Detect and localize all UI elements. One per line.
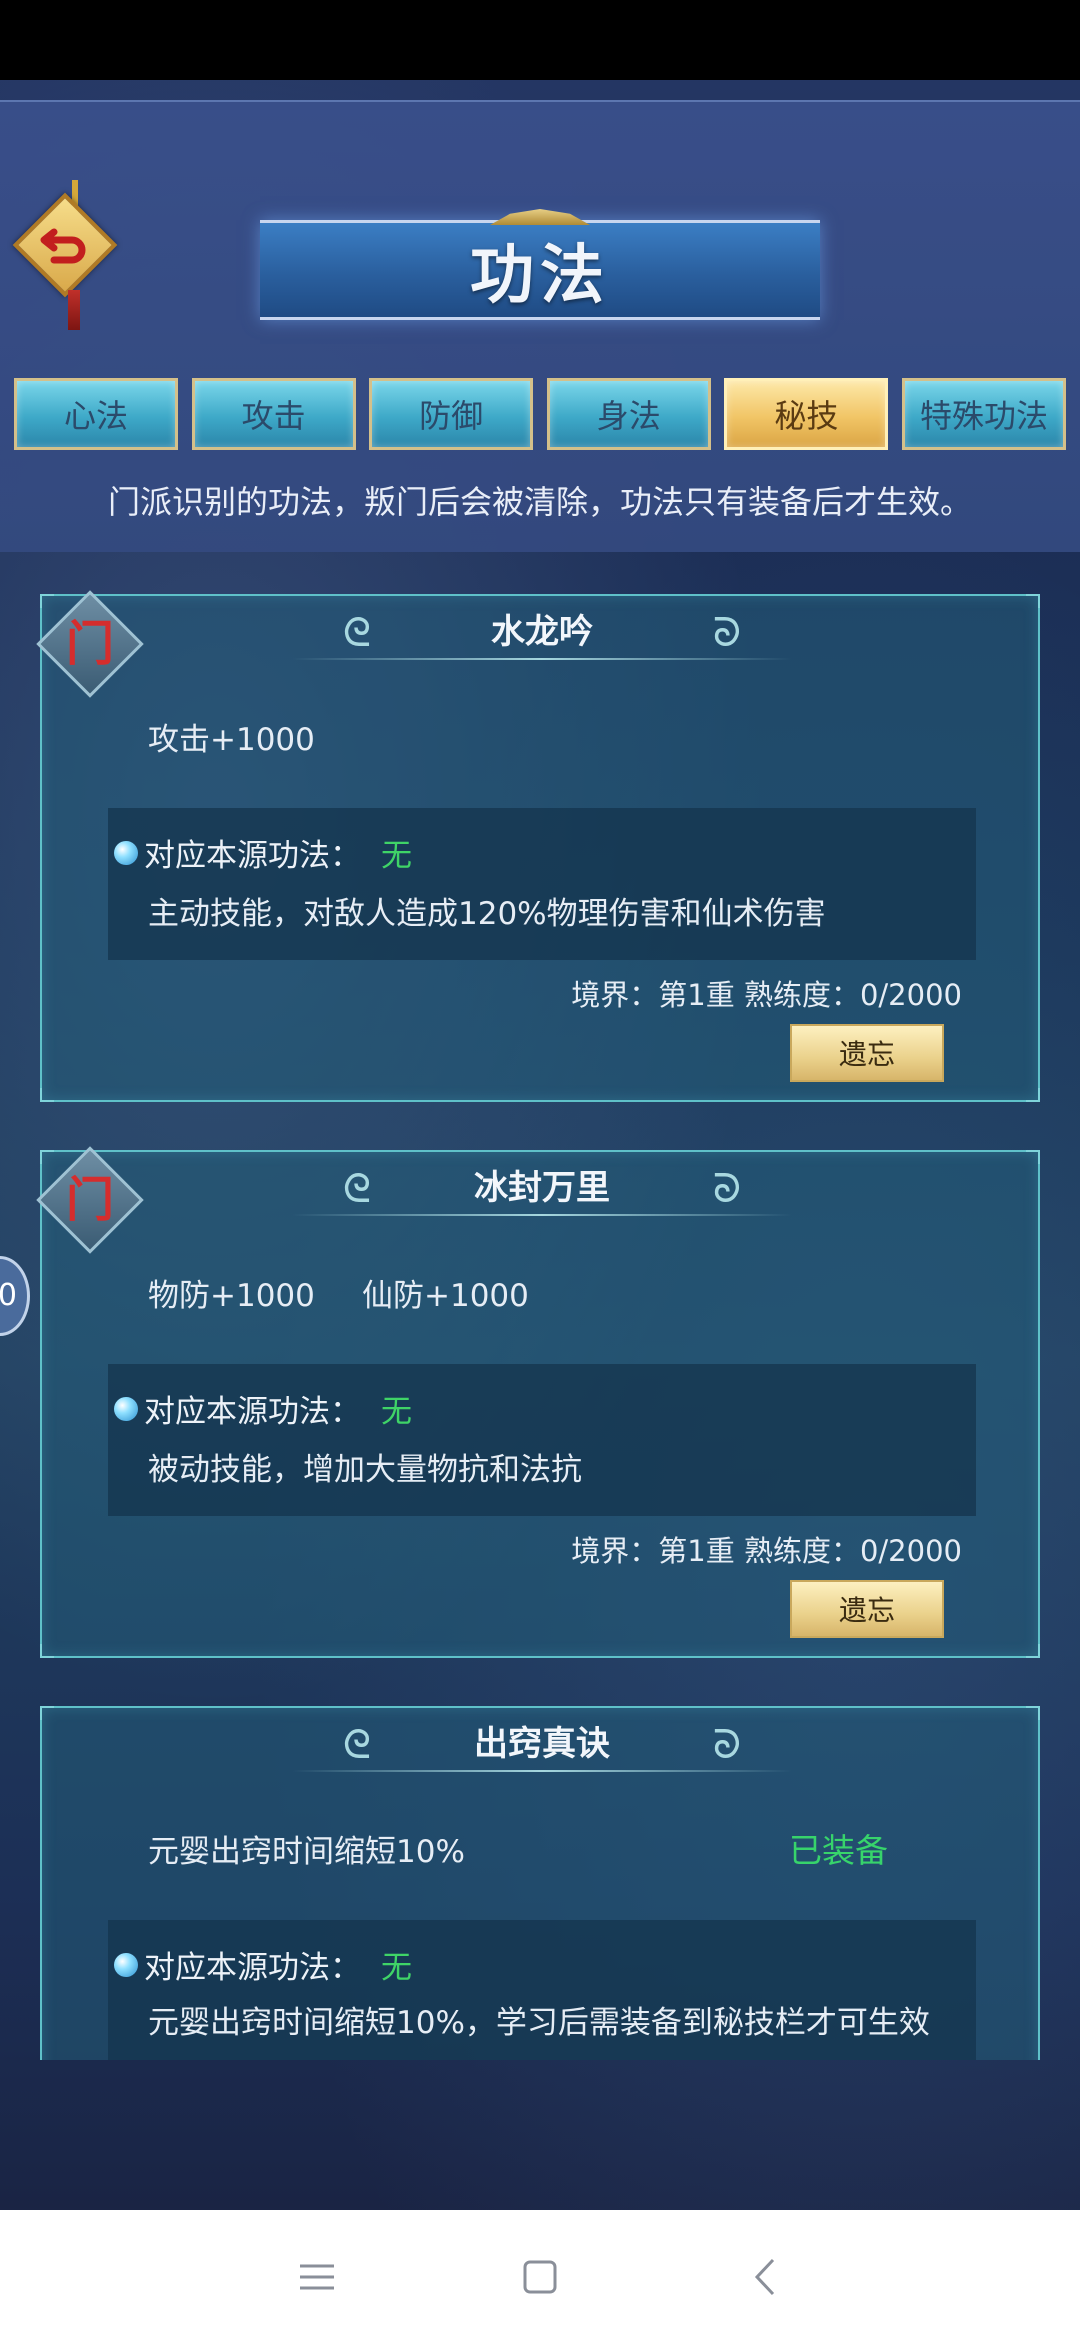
stat-text: 仙防+1000 (362, 1278, 529, 1314)
cloud-swirl-icon: ᘐ (712, 610, 742, 656)
notice-text: 门派识别的功法，叛门后会被清除，功法只有装备后才生效。 (107, 483, 972, 521)
title-divider (292, 1214, 792, 1216)
source-line: 对应本源功法： 无 (114, 1386, 412, 1431)
tab-special[interactable]: 特殊功法 (901, 378, 1066, 450)
card-corner (40, 1088, 54, 1102)
skill-list[interactable]: ᘓ 水龙吟 ᘐ 门 攻击+1000 对应本源功法： 无 主动技能，对敌人造成12… (0, 552, 1080, 2060)
card-corner (40, 1644, 54, 1658)
tab-bar: 心法 攻击 防御 身法 秘技 特殊功法 (14, 378, 1066, 450)
skill-description: 元婴出窍时间缩短10%，学习后需装备到秘技栏才可生效 (148, 2005, 930, 2041)
orb-icon (114, 1396, 138, 1421)
source-value: 无 (381, 1394, 412, 1430)
source-line: 对应本源功法： 无 (114, 830, 412, 875)
orb-icon (114, 1952, 138, 1977)
stat-text: 攻击+1000 (148, 722, 315, 758)
progress-text: 境界：第1重 熟练度：0/2000 (571, 1534, 962, 1568)
progress-text: 境界：第1重 熟练度：0/2000 (571, 978, 962, 1012)
cloud-swirl-icon: ᘐ (712, 1166, 742, 1212)
page-title: 功法 (470, 238, 610, 313)
skill-name: 水龙吟 (491, 612, 593, 652)
skill-name: 冰封万里 (474, 1168, 610, 1208)
cloud-swirl-icon: ᘐ (712, 1722, 742, 1768)
tab-movement[interactable]: 身法 (546, 378, 711, 450)
source-line: 对应本源功法： 无 (114, 1942, 412, 1987)
stat-text: 物防+1000 (148, 1278, 315, 1314)
source-label: 对应本源功法： (144, 1394, 361, 1430)
card-header: ᘓ 水龙吟 ᘐ (42, 596, 1042, 666)
title-divider (292, 658, 792, 660)
forget-button[interactable]: 遗忘 (790, 1580, 944, 1638)
sect-glyph: 门 (65, 1172, 114, 1228)
skill-description: 被动技能，增加大量物抗和法抗 (148, 1452, 582, 1488)
source-value: 无 (381, 1950, 412, 1986)
menu-icon[interactable] (292, 2252, 342, 2302)
status-bar (0, 0, 1080, 80)
tab-defense[interactable]: 防御 (369, 378, 534, 450)
skill-card: ᘓ 水龙吟 ᘐ 门 攻击+1000 对应本源功法： 无 主动技能，对敌人造成12… (36, 590, 1042, 1102)
skill-card: ᘓ 出窍真诀 ᘐ 元婴出窍时间缩短10% 已装备 对应本源功法： 无 元婴出窍时… (40, 1706, 1040, 2060)
source-value: 无 (381, 838, 412, 874)
tab-secret-skill[interactable]: 秘技 (724, 378, 889, 450)
sect-glyph: 门 (65, 616, 114, 672)
description-box: 对应本源功法： 无 被动技能，增加大量物抗和法抗 (108, 1364, 976, 1516)
tab-attack[interactable]: 攻击 (191, 378, 356, 450)
back-button-tassel (68, 290, 80, 330)
description-box: 对应本源功法： 无 元婴出窍时间缩短10%，学习后需装备到秘技栏才可生效 (108, 1920, 976, 2060)
home-square-icon[interactable] (515, 2252, 565, 2302)
skill-name: 出窍真诀 (474, 1724, 610, 1764)
description-box: 对应本源功法： 无 主动技能，对敌人造成120%物理伤害和仙术伤害 (108, 808, 976, 960)
card-corner (1026, 1644, 1040, 1658)
system-nav-bar (0, 2210, 1080, 2340)
card-header: ᘓ 出窍真诀 ᘐ (42, 1708, 1042, 1778)
title-banner: 功法 (260, 209, 820, 320)
skill-card: ᘓ 冰封万里 ᘐ 门 物防+1000 仙防+1000 对应本源功法： 无 被动技… (36, 1146, 1042, 1658)
return-arrow-icon (40, 228, 86, 264)
back-chevron-icon[interactable] (742, 2252, 792, 2302)
card-header: ᘓ 冰封万里 ᘐ (42, 1152, 1042, 1222)
title-divider (292, 1770, 792, 1772)
sect-badge: 门 (30, 584, 150, 704)
skill-description: 主动技能，对敌人造成120%物理伤害和仙术伤害 (148, 896, 826, 932)
card-corner (1026, 1088, 1040, 1102)
orb-icon (114, 840, 138, 865)
tab-xinfa[interactable]: 心法 (14, 378, 178, 450)
forget-button[interactable]: 遗忘 (790, 1024, 944, 1082)
equipped-status: 已装备 (789, 1831, 888, 1870)
sect-badge: 门 (30, 1140, 150, 1260)
stat-text: 元婴出窍时间缩短10% (148, 1834, 465, 1870)
source-label: 对应本源功法： (144, 1950, 361, 1986)
source-label: 对应本源功法： (144, 838, 361, 874)
back-button[interactable] (10, 180, 120, 330)
